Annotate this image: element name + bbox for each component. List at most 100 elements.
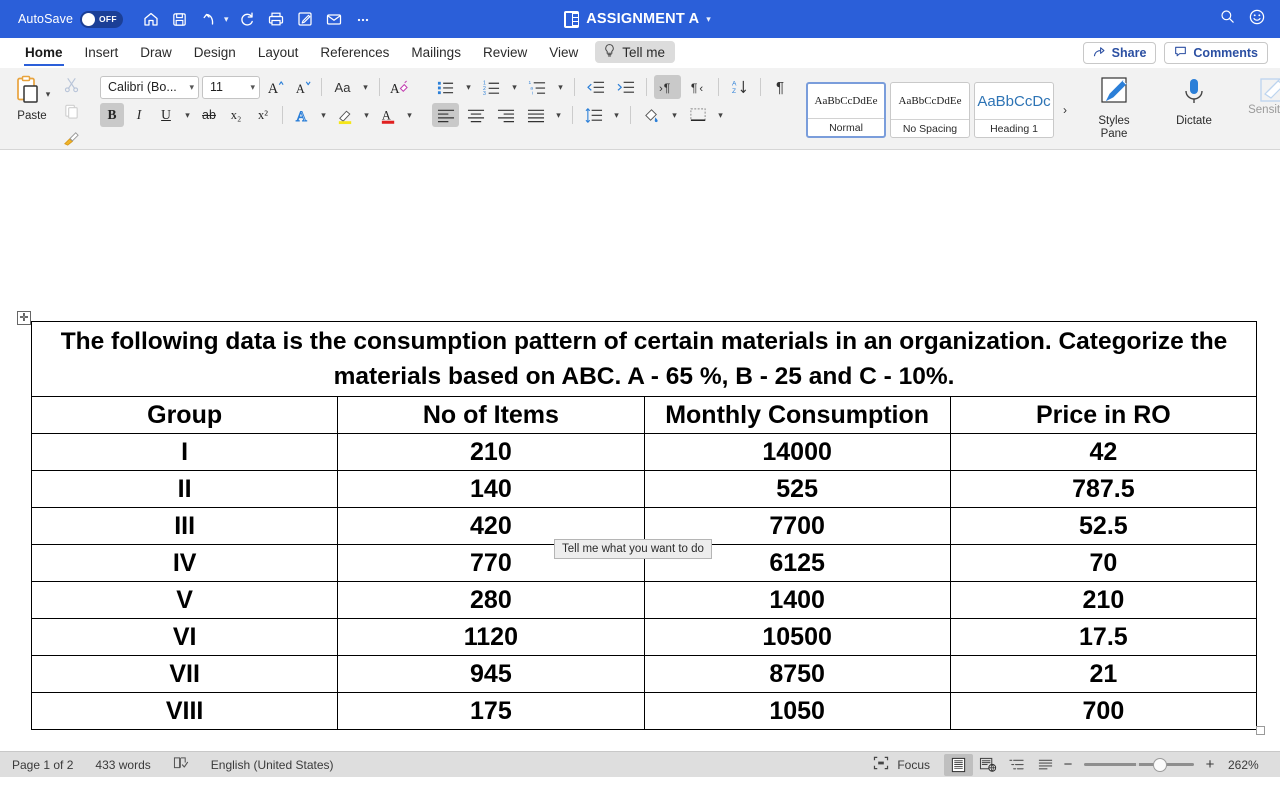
format-painter-icon[interactable]	[62, 130, 80, 152]
print-layout-view-button[interactable]	[944, 753, 973, 776]
cell-consumption[interactable]: 1050	[643, 692, 951, 730]
autosave-toggle[interactable]: OFF	[80, 10, 124, 28]
increase-font-size-icon[interactable]: A	[263, 75, 287, 99]
cell-group[interactable]: II	[30, 470, 339, 508]
table-row-header[interactable]: Group No of Items Monthly Consumption Pr…	[30, 396, 1258, 434]
increase-indent-icon[interactable]	[612, 75, 639, 99]
line-spacing-icon[interactable]	[580, 103, 607, 127]
bold-button[interactable]: B	[100, 103, 124, 127]
share-button[interactable]: Share	[1082, 41, 1157, 64]
font-color-icon[interactable]: A	[376, 103, 400, 127]
document-title-chevron-down-icon[interactable]: ▾	[706, 14, 711, 25]
cell-consumption[interactable]: 1400	[643, 581, 951, 619]
bullets-icon[interactable]	[432, 75, 459, 99]
paste-chevron-down-icon[interactable]: ▾	[46, 89, 51, 100]
multilevel-list-icon[interactable]: 1ai	[524, 75, 551, 99]
consumption-table[interactable]: The following data is the consumption pa…	[30, 321, 1258, 730]
table-header-group[interactable]: Group	[30, 396, 339, 434]
align-right-button[interactable]	[492, 103, 519, 127]
home-icon[interactable]	[137, 6, 164, 32]
cell-consumption[interactable]: 8750	[643, 655, 951, 693]
word-count[interactable]: 433 words	[95, 758, 150, 772]
tab-insert[interactable]: Insert	[74, 38, 130, 67]
sensitivity-button[interactable]: ▾ Sensitivity	[1242, 71, 1280, 149]
undo-icon[interactable]	[195, 6, 222, 32]
cell-price[interactable]: 787.5	[949, 470, 1258, 508]
table-title-cell[interactable]: The following data is the consumption pa…	[31, 321, 1257, 397]
table-row-title[interactable]: The following data is the consumption pa…	[31, 321, 1257, 397]
underline-chevron-down-icon[interactable]: ▾	[181, 103, 194, 127]
document-canvas[interactable]: ✛ The following data is the consumption …	[0, 150, 1280, 751]
justify-button[interactable]	[522, 103, 549, 127]
style-no-spacing[interactable]: AaBbCcDdEe No Spacing	[890, 82, 970, 138]
tab-references[interactable]: References	[309, 38, 400, 67]
italic-button[interactable]: I	[127, 103, 151, 127]
table-header-monthly-consumption[interactable]: Monthly Consumption	[643, 396, 951, 434]
clear-formatting-icon[interactable]: A	[387, 75, 411, 99]
table-move-handle[interactable]: ✛	[17, 311, 31, 325]
font-name-combo[interactable]: Calibri (Bo... ▾	[100, 75, 199, 99]
cell-items[interactable]: 175	[337, 692, 645, 730]
cell-group[interactable]: I	[30, 433, 339, 471]
cell-consumption[interactable]: 14000	[643, 433, 951, 471]
sort-icon[interactable]: AZ	[726, 75, 753, 99]
cell-items[interactable]: 945	[337, 655, 645, 693]
search-icon[interactable]	[1219, 8, 1236, 30]
document-title[interactable]: ASSIGNMENT A	[586, 11, 699, 27]
cell-consumption[interactable]: 525	[643, 470, 951, 508]
cell-group[interactable]: VI	[30, 618, 339, 656]
mail-icon[interactable]	[321, 6, 348, 32]
style-normal[interactable]: AaBbCcDdEe Normal	[806, 82, 886, 138]
more-icon[interactable]	[350, 6, 377, 32]
cell-price[interactable]: 70	[949, 544, 1258, 582]
cell-group[interactable]: III	[30, 507, 339, 545]
cut-icon[interactable]	[63, 76, 80, 98]
zoom-out-button[interactable]: −	[1060, 756, 1076, 773]
tab-mailings[interactable]: Mailings	[400, 38, 472, 67]
table-row[interactable]: VII 945 8750 21	[30, 655, 1258, 693]
text-highlight-icon[interactable]	[333, 103, 357, 127]
font-size-combo[interactable]: 11 ▾	[202, 75, 260, 99]
table-row[interactable]: I 210 14000 42	[30, 433, 1258, 471]
print-icon[interactable]	[263, 6, 290, 32]
styles-gallery-more-button[interactable]: ›	[1058, 103, 1072, 117]
web-layout-view-button[interactable]	[973, 754, 1002, 776]
zoom-slider[interactable]	[1084, 757, 1194, 772]
shading-icon[interactable]	[638, 103, 665, 127]
cell-items[interactable]: 1120	[337, 618, 645, 656]
save-icon[interactable]	[166, 6, 193, 32]
line-spacing-chevron-down-icon[interactable]: ▾	[610, 103, 623, 127]
ltr-text-direction-icon[interactable]: › ¶	[654, 75, 681, 99]
style-heading-1[interactable]: AaBbCcDc Heading 1	[974, 82, 1054, 138]
strikethrough-button[interactable]: ab	[197, 103, 221, 127]
zoom-slider-handle[interactable]	[1153, 757, 1167, 772]
tab-review[interactable]: Review	[472, 38, 538, 67]
outline-view-button[interactable]	[1002, 754, 1031, 776]
cell-consumption[interactable]: 10500	[643, 618, 951, 656]
focus-mode-button[interactable]: Focus	[873, 756, 930, 773]
align-left-button[interactable]	[432, 103, 459, 127]
highlight-chevron-down-icon[interactable]: ▾	[360, 103, 373, 127]
cell-group[interactable]: VIII	[30, 692, 339, 730]
tab-draw[interactable]: Draw	[129, 38, 183, 67]
font-color-chevron-down-icon[interactable]: ▾	[403, 103, 416, 127]
cell-group[interactable]: VII	[30, 655, 339, 693]
decrease-font-size-icon[interactable]: A	[290, 75, 314, 99]
tab-design[interactable]: Design	[183, 38, 247, 67]
redo-icon[interactable]	[234, 6, 261, 32]
underline-button[interactable]: U	[154, 103, 178, 127]
proofing-status[interactable]	[173, 756, 189, 773]
table-header-no-of-items[interactable]: No of Items	[337, 396, 645, 434]
decrease-indent-icon[interactable]	[582, 75, 609, 99]
cell-price[interactable]: 210	[949, 581, 1258, 619]
cell-price[interactable]: 17.5	[949, 618, 1258, 656]
cell-items[interactable]: 140	[337, 470, 645, 508]
cell-group[interactable]: IV	[30, 544, 339, 582]
text-effects-icon[interactable]: A	[290, 103, 314, 127]
borders-icon[interactable]	[684, 103, 711, 127]
styles-pane-button[interactable]: Styles Pane	[1082, 71, 1146, 149]
paste-button[interactable]: ▾ Paste	[6, 71, 58, 149]
comments-button[interactable]: Comments	[1164, 41, 1268, 64]
numbering-chevron-down-icon[interactable]: ▾	[508, 75, 521, 99]
cell-items[interactable]: 280	[337, 581, 645, 619]
